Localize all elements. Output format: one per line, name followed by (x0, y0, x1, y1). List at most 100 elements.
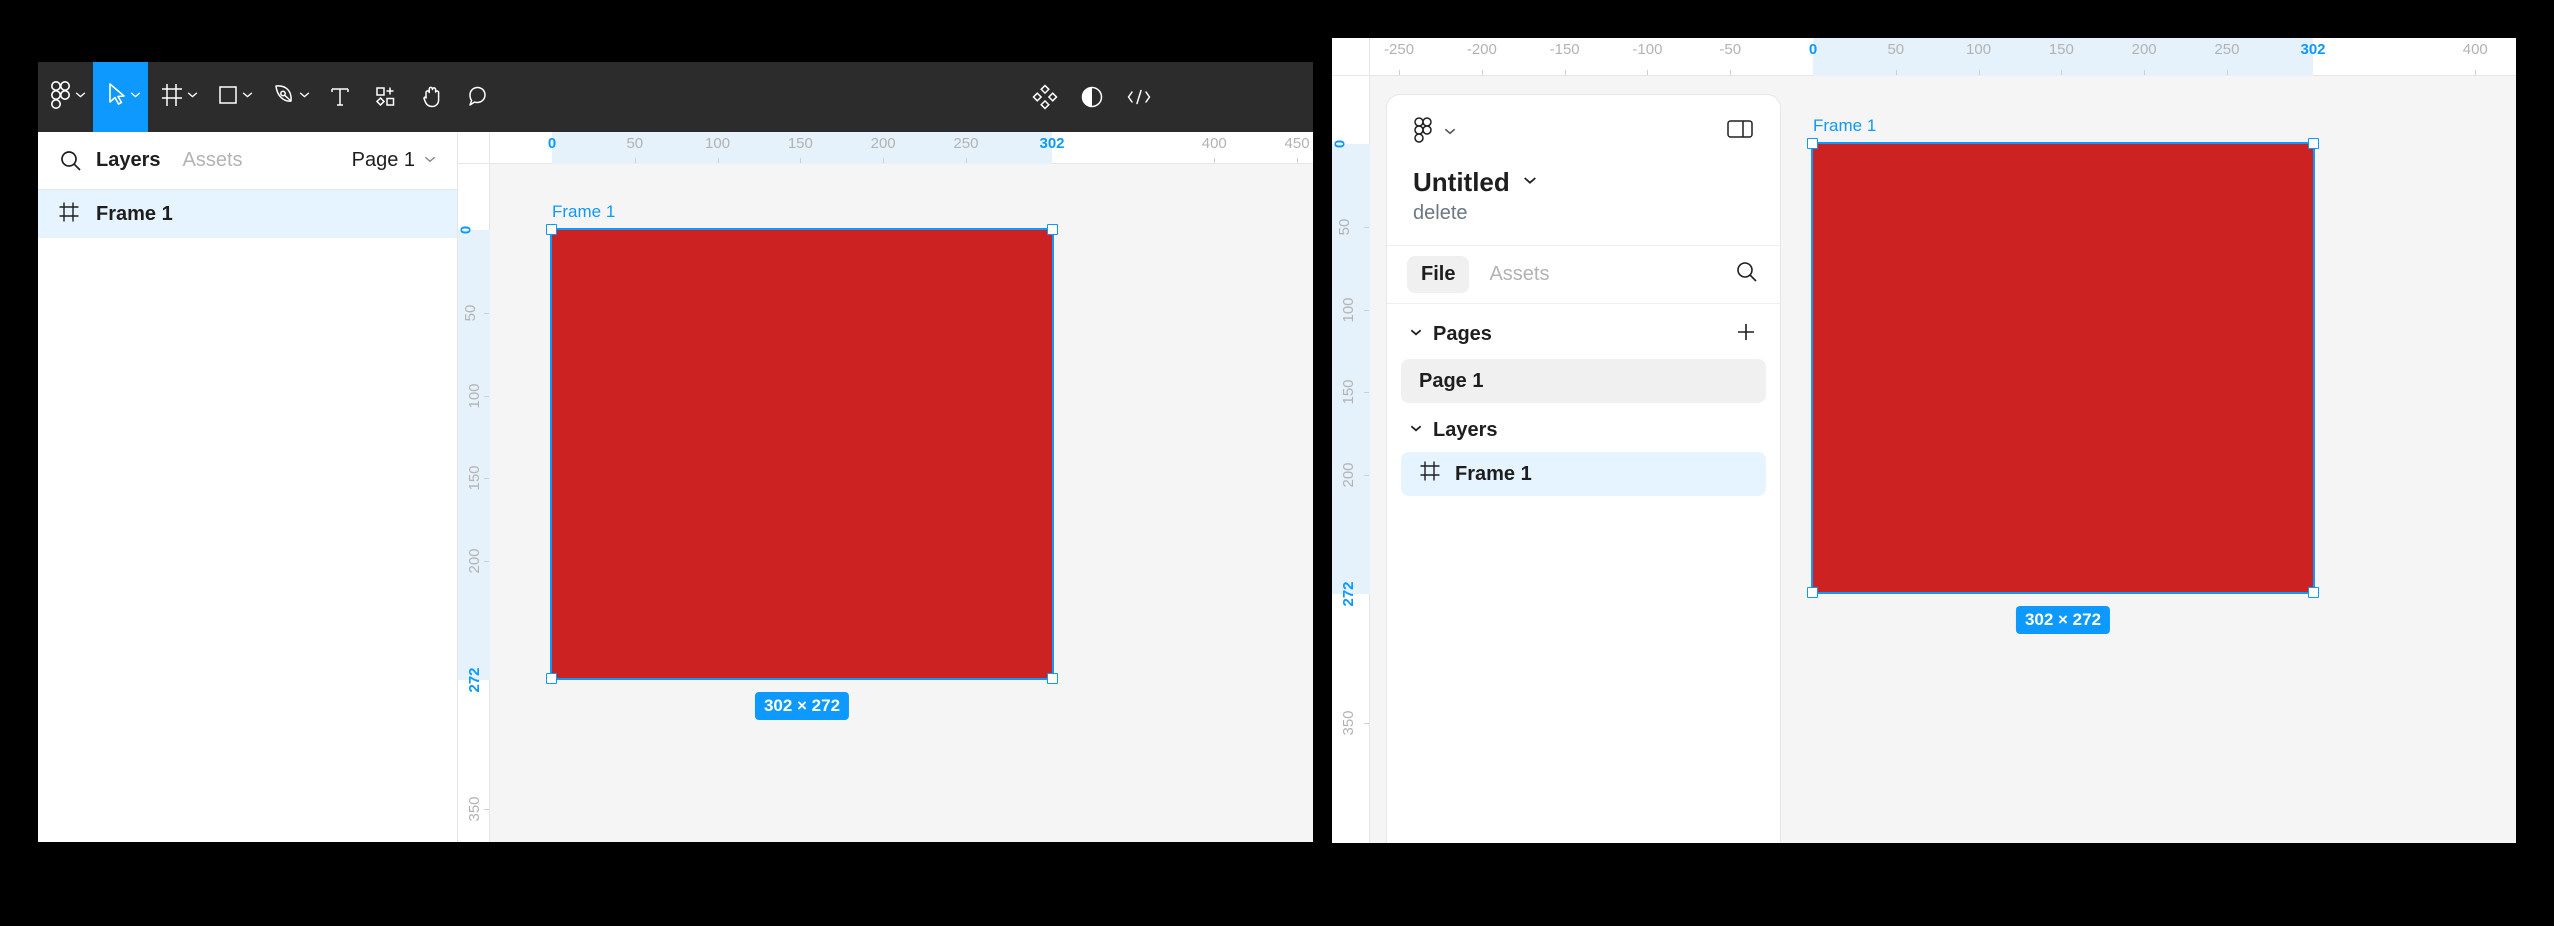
search-icon[interactable] (1734, 259, 1760, 290)
toolbar-item-main-menu[interactable] (38, 62, 93, 132)
ruler-tick-mark (1481, 70, 1483, 75)
search-icon[interactable] (58, 148, 84, 174)
ruler-tick-mark (1647, 70, 1649, 75)
section-header-layers[interactable]: Layers (1387, 403, 1780, 452)
ruler-selection-band (1332, 144, 1370, 595)
layer-item-label: Frame 1 (1455, 462, 1532, 485)
section-header-pages[interactable]: Pages (1387, 304, 1780, 359)
resize-handle-bottom-right[interactable] (1047, 673, 1058, 684)
chevron-down-icon (423, 149, 437, 172)
frame-icon (58, 201, 80, 228)
size-badge: 302 × 272 (754, 692, 850, 720)
resize-handle-top-left[interactable] (546, 224, 557, 235)
resize-handle-top-right[interactable] (1047, 224, 1058, 235)
ruler-vertical[interactable]: 0 50 100 150 200 272 350 (458, 132, 490, 842)
ruler-tick-label: 250 (953, 135, 979, 152)
right-canvas-surface[interactable]: Frame 1 302 × 272 Untitled delete File A… (1370, 76, 2516, 843)
sidebar-layer-item-frame-1[interactable]: Frame 1 (38, 190, 457, 238)
page-selector[interactable]: Page 1 (352, 149, 437, 172)
ruler-tick-label: 0 (1332, 139, 1349, 149)
panel-toggle-icon (1726, 120, 1754, 145)
right-ruler-vertical[interactable]: 0 50 100 150 200 272 350 (1332, 38, 1370, 843)
ruler-selection-band (458, 230, 490, 681)
figma-logo-icon (50, 80, 72, 114)
ruler-tick-mark (1564, 70, 1566, 75)
toolbar-item-shape[interactable] (205, 62, 260, 132)
pen-icon (272, 82, 296, 113)
toolbar-item-text[interactable] (317, 62, 363, 132)
toolbar-item-hand[interactable] (409, 62, 455, 132)
ruler-tick-label: -200 (1466, 41, 1497, 58)
ruler-tick-mark (1364, 309, 1369, 311)
page-item-label: Page 1 (1419, 369, 1484, 392)
right-canvas-frame-label[interactable]: Frame 1 (1813, 116, 1876, 136)
dev-mode-icon (1125, 84, 1153, 110)
file-panel-tab-assets[interactable]: Assets (1475, 256, 1563, 293)
ruler-tick-label: 150 (466, 465, 484, 491)
ruler-tick-label: 50 (1335, 218, 1353, 236)
canvas-surface[interactable]: Frame 1 302 × 272 (490, 164, 1313, 842)
components-icon (1031, 83, 1059, 111)
chevron-down-icon (298, 88, 311, 106)
ruler-tick-mark (1214, 158, 1216, 163)
file-panel-menu-button[interactable] (1413, 117, 1457, 149)
toolbar-item-dev-mode[interactable] (1115, 62, 1163, 132)
resize-handle-top-left[interactable] (1807, 138, 1818, 149)
ruler-tick-mark (484, 809, 489, 811)
figma-logo-icon (1413, 117, 1433, 149)
page-list-item-page-1[interactable]: Page 1 (1401, 359, 1766, 403)
file-title: Untitled (1413, 167, 1510, 197)
screenshot-root: Layers Assets Page 1 Frame 1 Frame 1 302… (0, 0, 2554, 926)
right-ruler-horizontal[interactable]: -250 -200 -150 -100 -50 0 50 100 150 200 250 302 400 (1332, 38, 2516, 76)
ruler-tick-mark (717, 158, 719, 163)
frame-icon (1419, 460, 1441, 488)
sidebar-tab-assets[interactable]: Assets (183, 149, 243, 172)
ruler-tick-mark (1978, 70, 1980, 75)
toolbar-item-frame[interactable] (148, 62, 205, 132)
resize-handle-top-right[interactable] (2308, 138, 2319, 149)
ruler-tick-label: 200 (2131, 41, 2157, 58)
ruler-tick-mark (1364, 723, 1369, 725)
ruler-tick-mark (1364, 226, 1369, 228)
ruler-tick-label: 302 (2300, 41, 2326, 58)
ruler-tick-label: -50 (1719, 41, 1742, 58)
toolbar-item-actions[interactable] (363, 62, 409, 132)
ruler-tick-mark (1895, 70, 1897, 75)
ruler-tick-label: 400 (2462, 41, 2488, 58)
ruler-tick-mark (1399, 70, 1401, 75)
panel-toggle-button[interactable] (1726, 117, 1754, 146)
plus-icon[interactable] (1734, 320, 1758, 349)
ruler-tick-label: 302 (1039, 135, 1065, 152)
ruler-tick-mark (2475, 70, 2477, 75)
contrast-icon (1079, 84, 1105, 110)
toolbar-item-pen[interactable] (260, 62, 317, 132)
chevron-down-icon (186, 88, 199, 106)
toolbar-item-move[interactable] (93, 62, 148, 132)
ruler-tick-label: 100 (1340, 297, 1358, 323)
ruler-tick-label: 200 (1340, 462, 1358, 488)
resize-handle-bottom-left[interactable] (546, 673, 557, 684)
toolbar-item-comment[interactable] (455, 62, 501, 132)
toolbar-item-appearance[interactable] (1069, 62, 1115, 132)
layer-list-item-frame-1[interactable]: Frame 1 (1401, 452, 1766, 496)
canvas-frame-rect[interactable] (546, 224, 1058, 684)
file-panel-tab-file[interactable]: File (1407, 256, 1470, 293)
ruler-tick-label: 50 (1887, 41, 1905, 58)
resize-handle-bottom-left[interactable] (1807, 587, 1818, 598)
file-title-row[interactable]: Untitled (1387, 149, 1780, 198)
chevron-down-icon (1443, 124, 1457, 143)
right-canvas-frame-rect[interactable] (1807, 138, 2319, 598)
toolbar-item-components[interactable] (1021, 62, 1069, 132)
ruler-tick-mark (2226, 70, 2228, 75)
ruler-tick-mark (634, 158, 636, 163)
ruler-tick-mark (484, 395, 489, 397)
resize-handle-bottom-right[interactable] (2308, 587, 2319, 598)
canvas[interactable]: Frame 1 302 × 272 0 50 100 150 200 250 302 400 4… (458, 132, 1313, 842)
sidebar: Layers Assets Page 1 Frame 1 (38, 132, 458, 842)
ruler-tick-label: 200 (466, 548, 484, 574)
ruler-tick-mark (965, 158, 967, 163)
sidebar-tab-layers[interactable]: Layers (96, 149, 161, 172)
canvas-frame-label[interactable]: Frame 1 (552, 202, 615, 222)
ruler-tick-label: 0 (547, 135, 557, 152)
ruler-horizontal[interactable]: 0 50 100 150 200 250 302 400 450 (458, 132, 1313, 164)
